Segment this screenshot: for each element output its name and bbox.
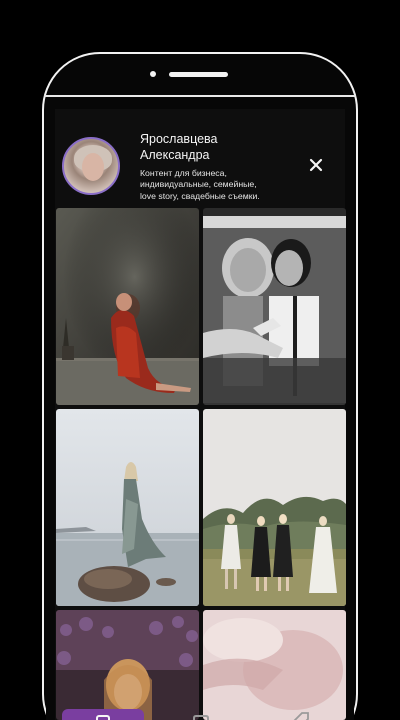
photo-tile[interactable] xyxy=(203,409,346,606)
photo-tile[interactable] xyxy=(56,610,199,720)
bookmark-icon xyxy=(193,715,209,720)
app-screenshot: Ярославцева Александра Контент для бизне… xyxy=(0,0,400,720)
photo-tile[interactable] xyxy=(203,610,346,720)
photo-grid xyxy=(56,208,346,720)
close-icon[interactable] xyxy=(306,155,326,175)
nav-home-tab[interactable] xyxy=(62,709,144,720)
profile-description: Контент для бизнеса, индивидуальные, сем… xyxy=(140,168,260,201)
front-camera xyxy=(150,71,156,77)
photo-tile[interactable] xyxy=(56,409,199,606)
nav-tag-tab[interactable] xyxy=(288,710,310,720)
home-icon xyxy=(96,715,110,720)
avatar[interactable] xyxy=(62,137,120,195)
tag-icon xyxy=(293,712,309,720)
earpiece-speaker xyxy=(169,72,228,77)
nav-bookmark-tab[interactable] xyxy=(192,712,210,720)
avatar-face xyxy=(82,153,104,181)
photo-tile[interactable] xyxy=(56,208,199,405)
profile-name: Ярославцева Александра xyxy=(140,132,218,162)
photo-tile[interactable] xyxy=(203,208,346,405)
